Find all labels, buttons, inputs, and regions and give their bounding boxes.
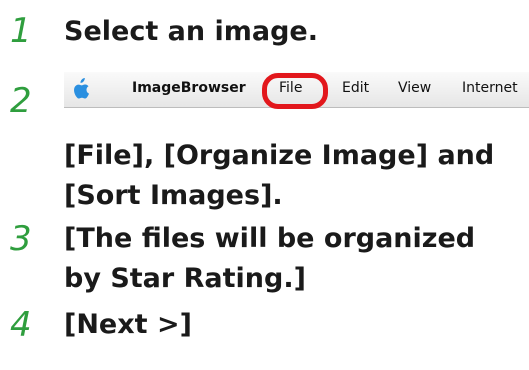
- apple-logo-icon[interactable]: [70, 78, 90, 100]
- menu-item-file[interactable]: File: [279, 80, 302, 96]
- step-4-number: 4: [10, 305, 32, 345]
- step-3-text-line-2: by Star Rating.]: [64, 263, 306, 294]
- step-2-text-line-2: [Sort Images].: [64, 180, 283, 211]
- step-3-text-line-1: [The files will be organized: [64, 223, 476, 254]
- step-1-text: Select an image.: [64, 16, 318, 47]
- step-4-text: [Next >]: [64, 309, 192, 340]
- step-2-number: 2: [10, 81, 32, 121]
- step-1-number: 1: [10, 11, 32, 51]
- menu-item-view[interactable]: View: [398, 80, 431, 96]
- menu-item-edit[interactable]: Edit: [342, 80, 369, 96]
- mac-menu-bar: ImageBrowser File Edit View Internet: [64, 72, 529, 108]
- menu-item-internet[interactable]: Internet: [462, 80, 518, 96]
- step-3-number: 3: [10, 219, 32, 259]
- step-2-text-line-1: [File], [Organize Image] and: [64, 140, 495, 171]
- menu-app-name[interactable]: ImageBrowser: [132, 80, 246, 96]
